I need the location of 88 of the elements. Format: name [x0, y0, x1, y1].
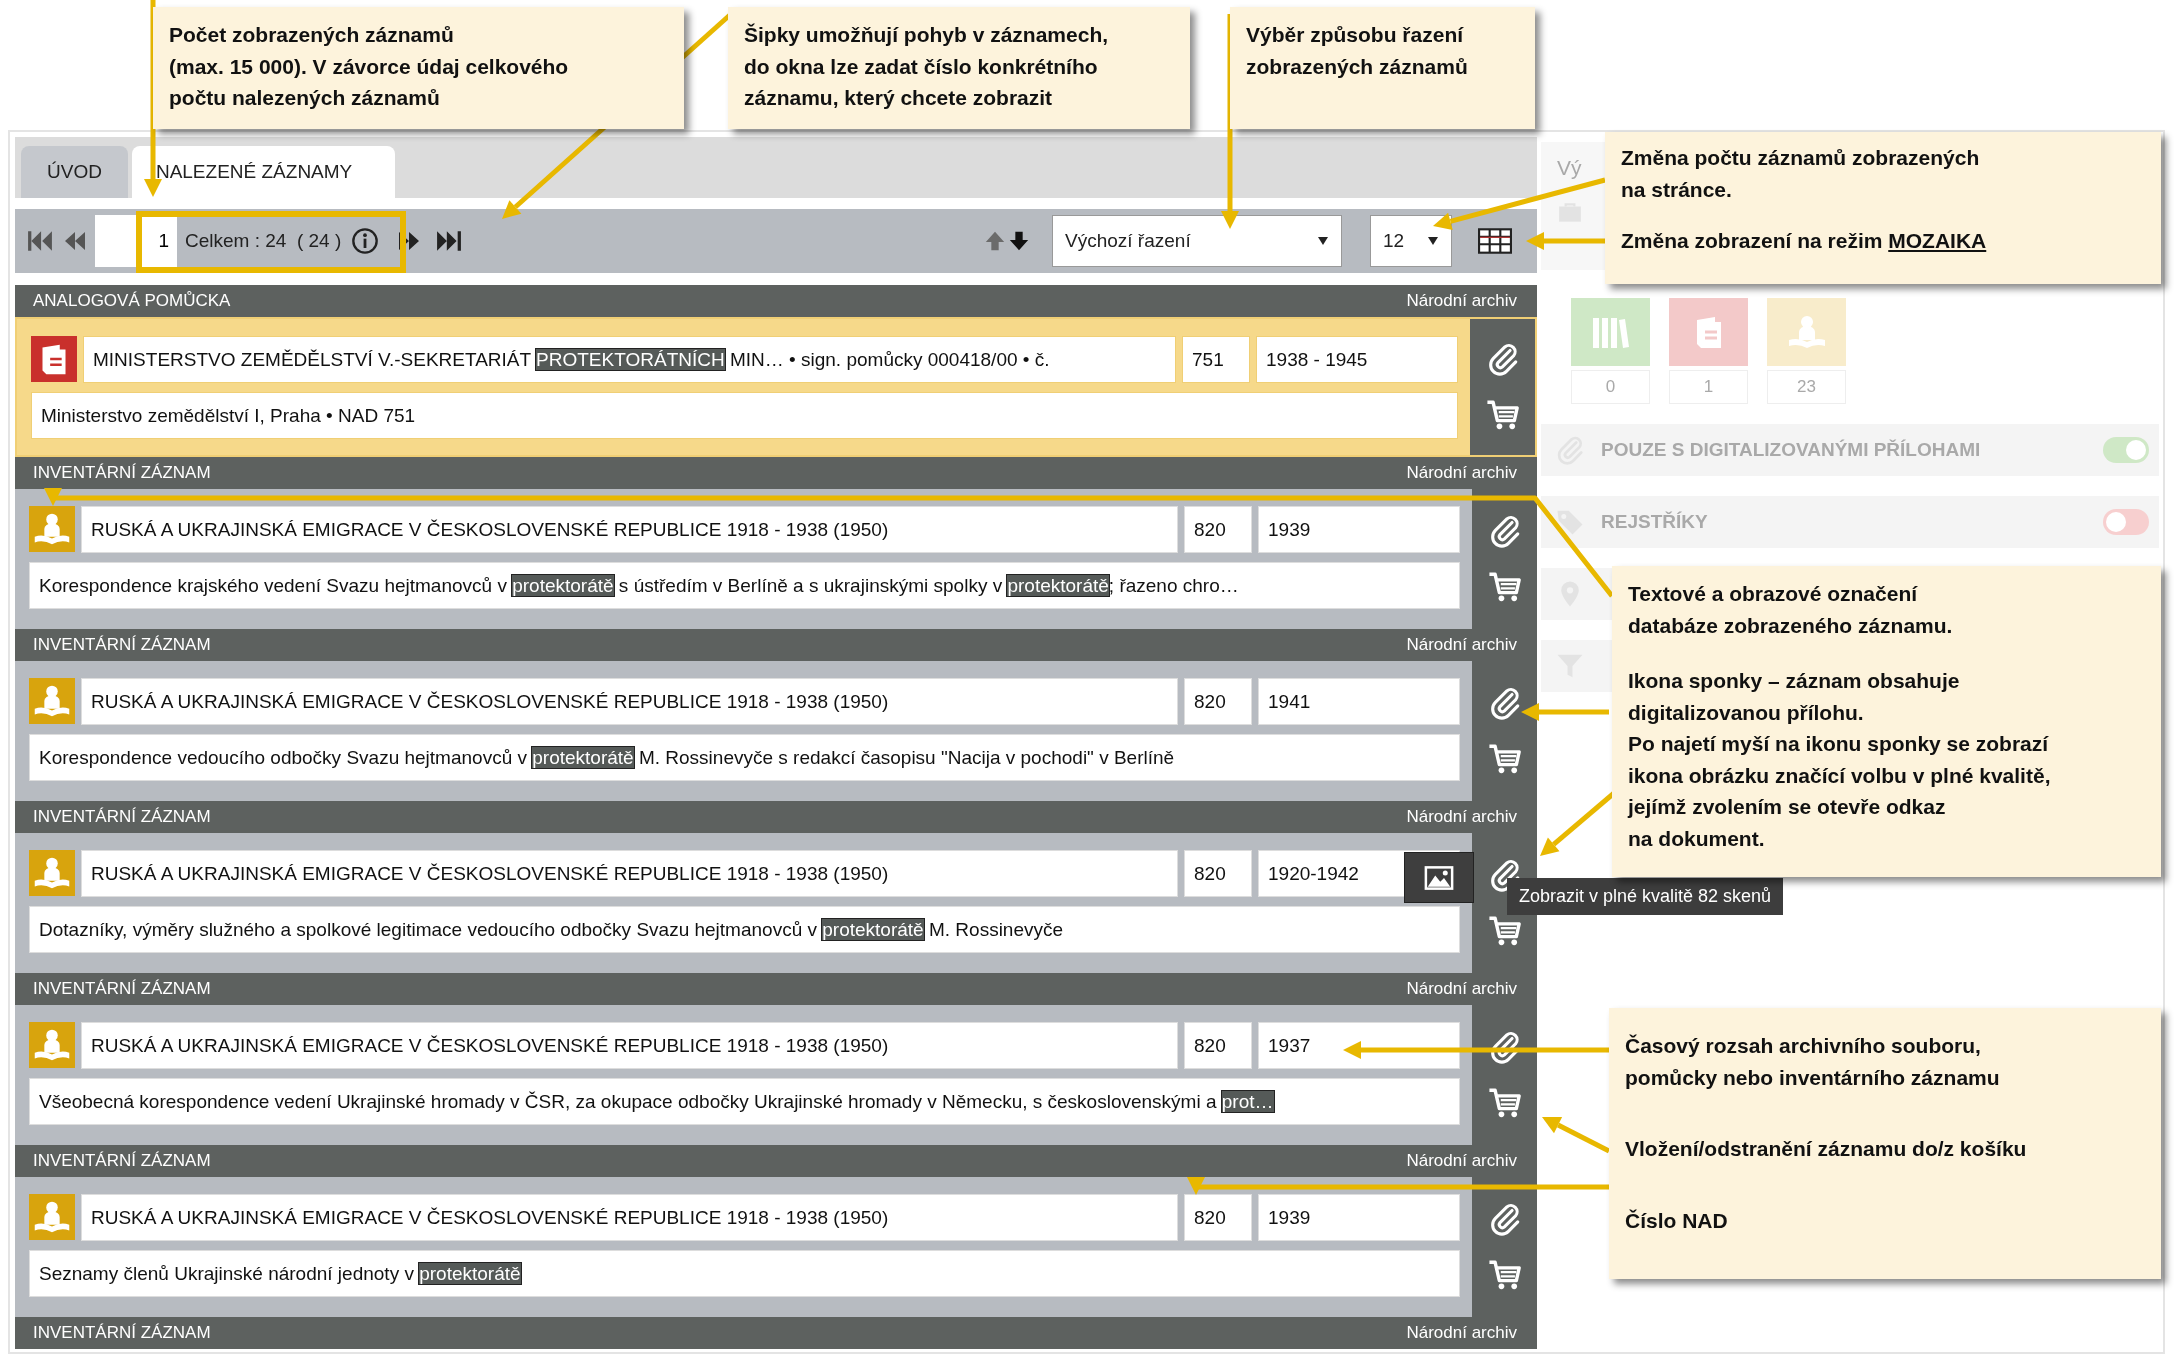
tab[interactable]: ÚVOD	[21, 146, 128, 198]
sort-dropdown[interactable]: Výchozí řazení	[1052, 215, 1342, 267]
nad-number: 820	[1184, 1194, 1252, 1241]
toggle-switch[interactable]	[2103, 509, 2149, 535]
record-card[interactable]	[15, 489, 1537, 629]
record-type: INVENTÁRNÍ ZÁZNAM	[33, 635, 211, 655]
record-type: INVENTÁRNÍ ZÁZNAM	[33, 463, 211, 483]
tile-count: 23	[1767, 370, 1846, 404]
archive-name: Národní archiv	[1406, 979, 1517, 999]
callout-text: Počet zobrazených záznamů (max. 15 000). V závorce údaj celkového počtu nalezených záznamů	[169, 22, 570, 111]
reader-icon	[29, 1022, 75, 1068]
total-count: Celkem : 24 ( 24 )	[185, 230, 342, 252]
archive-name: Národní archiv	[1406, 291, 1517, 311]
callout-text: Výběr způsobu řazení zobrazených záznamů	[1246, 22, 1469, 80]
page-size-dropdown[interactable]: 12	[1370, 215, 1452, 267]
callout-text: Šipky umožňují pohyb v záznamech, do okna lze zadat číslo konkrétního záznamu, který chcete zobrazit	[744, 22, 1110, 111]
reader-icon	[29, 1194, 75, 1240]
toggle-switch[interactable]	[2103, 437, 2149, 463]
nad-number: 820	[1184, 1022, 1252, 1069]
tooltip: Zobrazit v plné kvalitě 82 skenů	[1507, 878, 1784, 915]
record-type: INVENTÁRNÍ ZÁZNAM	[33, 1323, 211, 1343]
archive-name: Národní archiv	[1406, 463, 1517, 483]
date-range: 1939	[1258, 506, 1460, 553]
archive-name: Národní archiv	[1406, 1323, 1517, 1343]
tile-count: 0	[1571, 370, 1650, 404]
reader-icon	[29, 678, 75, 724]
record-type: INVENTÁRNÍ ZÁZNAM	[33, 979, 211, 999]
date-range: 1939	[1258, 1194, 1460, 1241]
archive-name: Národní archiv	[1406, 635, 1517, 655]
arrow	[1542, 1117, 1611, 1154]
record-title: RUSKÁ A UKRAJINSKÁ EMIGRACE V ČESKOSLOVENSKÉ REPUBLICE 1918 - 1938 (1950)	[81, 850, 1178, 897]
record-description: Seznamy členů Ukrajinské národní jednoty v protektorátě	[29, 1250, 1460, 1297]
date-range: 1937	[1258, 1022, 1460, 1069]
record-description: Všeobecná korespondence vedení Ukrajinské hromady v ČSR, za okupace odbočky Ukrajinské hromady v Německu, s československými a prot…	[29, 1078, 1460, 1125]
caret-icon	[1317, 235, 1329, 247]
previous-page-button[interactable]	[63, 229, 87, 253]
record-type: ANALOGOVÁ POMŮCKA	[33, 291, 231, 311]
record-title: MINISTERSTVO ZEMĚDĚLSTVÍ V.-SEKRETARIÁT PROTEKTORÁTNÍCH MIN… • sign. pomůcky 000418/00 • č.	[83, 336, 1176, 383]
callout-text: Vložení/odstranění záznamu do/z košíku	[1625, 1136, 2028, 1162]
archive-name: Národní archiv	[1406, 1151, 1517, 1171]
record-description: Korespondence krajského vedení Svazu hejtmanovců v protektorátě s ústředím v Berlíně a s ukrajinskými spolky v protektorátě; řazeno chro…	[29, 562, 1460, 609]
tile-count: 1	[1669, 370, 1748, 404]
filter-label: POUZE S DIGITALIZOVANÝMI PŘÍLOHAMI	[1601, 439, 1982, 461]
nad-number: 820	[1184, 506, 1252, 553]
info-icon[interactable]	[351, 227, 380, 255]
record-card[interactable]	[15, 661, 1537, 801]
record-description: Korespondence vedoucího odbočky Svazu hejtmanovců v protektorátě M. Rossinevyče s redakcí časopisu "Nacija v pochodi" v Berlíně	[29, 734, 1460, 781]
filter-label: REJSTŘÍKY	[1601, 511, 1709, 533]
record-title: RUSKÁ A UKRAJINSKÁ EMIGRACE V ČESKOSLOVENSKÉ REPUBLICE 1918 - 1938 (1950)	[81, 1022, 1178, 1069]
record-title: RUSKÁ A UKRAJINSKÁ EMIGRACE V ČESKOSLOVENSKÉ REPUBLICE 1918 - 1938 (1950)	[81, 678, 1178, 725]
date-range: 1938 - 1945	[1256, 336, 1458, 383]
cart-button[interactable]	[1487, 1258, 1522, 1292]
book-icon	[31, 336, 77, 382]
archive-name: Národní archiv	[1406, 807, 1517, 827]
record-description: Dotazníky, výměry služného a spolkové legitimace vedoucího odbočky Svazu hejtmanovců v protektorátě M. Rossinevyče	[29, 906, 1460, 953]
callout-text: Změna zobrazení na režim MOZAIKA	[1621, 228, 1988, 254]
last-page-button[interactable]	[435, 228, 464, 254]
cart-button[interactable]	[1487, 914, 1522, 948]
nad-number: 820	[1184, 850, 1252, 897]
cart-button[interactable]	[1487, 570, 1522, 604]
record-title: RUSKÁ A UKRAJINSKÁ EMIGRACE V ČESKOSLOVENSKÉ REPUBLICE 1918 - 1938 (1950)	[81, 1194, 1178, 1241]
cart-button[interactable]	[1485, 398, 1520, 432]
cart-button[interactable]	[1487, 742, 1522, 776]
record-card[interactable]	[15, 1005, 1537, 1145]
callout-text: Ikona sponky – záznam obsahuje digitalizovanou přílohu. Po najetí myší na ikonu sponky se zobrazí ikona obrázku značící volbu v plné kvalitě, jejímž zvolením se otevře odkaz na dokument.	[1628, 668, 2052, 852]
cart-button[interactable]	[1487, 1086, 1522, 1120]
mosaic-view-button[interactable]	[1478, 228, 1512, 254]
caret-icon	[1427, 235, 1439, 247]
record-card[interactable]: RUSKÁ A UKRAJINSKÁ EMIGRACE V ČESKOSLOVENSKÉ REPUBLICE 1918 - 1938 (1950) 820 1939 Seznamy členů Ukrajinské národní jednoty v protektorátě	[15, 1177, 1537, 1317]
reader-icon	[29, 506, 75, 552]
callout-text: Změna počtu záznamů zobrazených na stránce.	[1621, 145, 1981, 203]
page-field[interactable]: 1	[95, 215, 177, 267]
record-description: Ministerstvo zemědělství I, Praha • NAD 751	[31, 392, 1458, 439]
reader-icon	[29, 850, 75, 896]
record-title: RUSKÁ A UKRAJINSKÁ EMIGRACE V ČESKOSLOVENSKÉ REPUBLICE 1918 - 1938 (1950)	[81, 506, 1178, 553]
panel-heading: Vý	[1557, 156, 1582, 180]
callout-text: Textové a obrazové označení databáze zobrazeného záznamu.	[1628, 581, 1954, 639]
record-card[interactable]: MINISTERSTVO ZEMĚDĚLSTVÍ V.-SEKRETARIÁT PROTEKTORÁTNÍCH MIN… • sign. pomůcky 000418/00 • č. 751 1938 - 1945 Ministerstvo zemědělství I, Praha • NAD 751	[15, 317, 1537, 457]
record-type: INVENTÁRNÍ ZÁZNAM	[33, 1151, 211, 1171]
callout-text: Číslo NAD	[1625, 1207, 1729, 1234]
image-button[interactable]	[1404, 852, 1474, 903]
nad-number: 751	[1182, 336, 1250, 383]
date-range: 1941	[1258, 678, 1460, 725]
first-page-button[interactable]	[27, 228, 53, 254]
nad-number: 820	[1184, 678, 1252, 725]
record-type: INVENTÁRNÍ ZÁZNAM	[33, 807, 211, 827]
callout-text: Časový rozsah archivního souboru, pomůcky nebo inventárního záznamu	[1625, 1033, 2001, 1091]
tab[interactable]: NALEZENÉ ZÁZNAMY	[131, 146, 395, 198]
